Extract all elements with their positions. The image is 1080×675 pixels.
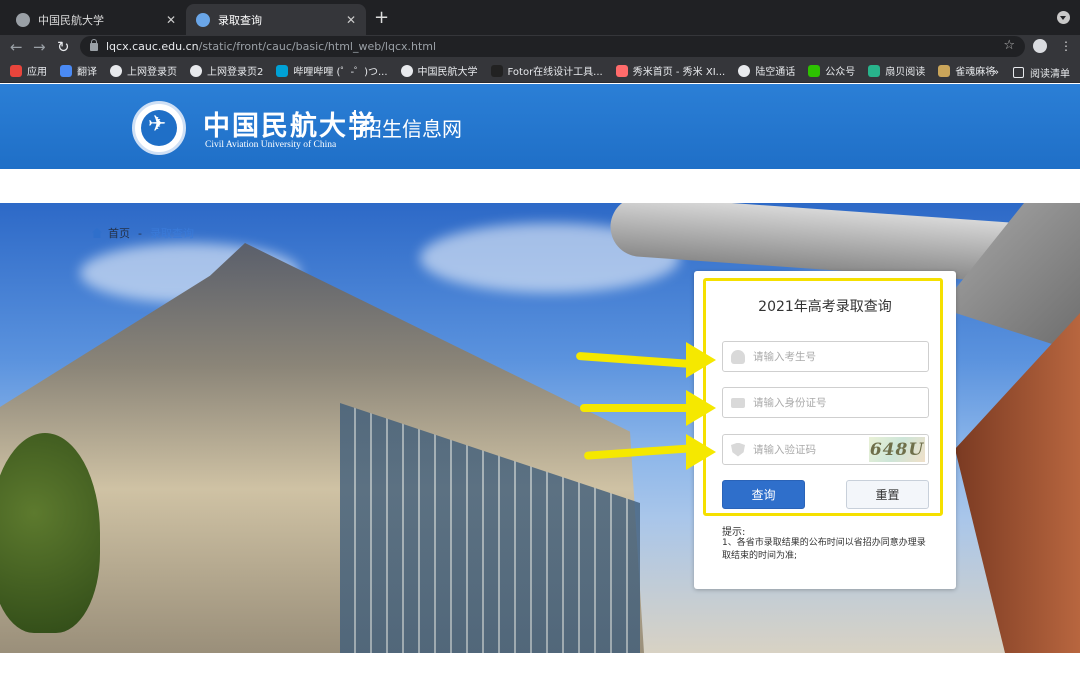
apps-grid-icon: [10, 64, 22, 77]
bookmark-label: 上网登录页: [127, 67, 177, 78]
browser-menu-icon[interactable]: ⋮: [1060, 40, 1072, 52]
url-path: /static/front/cauc/basic/html_web/lqcx.h…: [198, 40, 437, 53]
bilibili-icon: [276, 64, 289, 77]
browser-tab-strip: 中国民航大学 ✕ 录取查询 ✕ +: [0, 0, 1080, 35]
exam-number-field[interactable]: [722, 341, 929, 372]
back-arrow-icon[interactable]: ←: [10, 37, 23, 57]
xiumi-icon: [615, 64, 628, 77]
reading-list-icon[interactable]: [1013, 67, 1024, 78]
bookmark-label: 秀米首页 - 秀米 XI...: [632, 67, 726, 78]
captcha-input[interactable]: [753, 443, 869, 456]
wechat-icon: [808, 64, 821, 77]
yellow-arrow-2: [580, 390, 716, 426]
bookmark-label: 扇贝阅读: [885, 67, 926, 78]
tab-search-icon[interactable]: [1057, 11, 1070, 24]
exam-number-input[interactable]: [753, 350, 928, 363]
bookmark-label: 翻译: [77, 67, 97, 78]
university-name-en: Civil Aviation University of China: [205, 140, 337, 150]
bookmark-item[interactable]: 雀魂麻将: [938, 63, 995, 78]
reading-list-button[interactable]: 阅读清单: [1030, 65, 1070, 80]
browser-toolbar: ← → ↻ lqcx.cauc.edu.cn/static/front/cauc…: [0, 35, 1080, 59]
profile-avatar[interactable]: [1033, 39, 1047, 53]
query-button[interactable]: 查询: [722, 480, 805, 509]
bookmark-label: 哔哩哔哩 (゜-゜)つ...: [293, 67, 388, 78]
bookmark-item[interactable]: 应用: [10, 63, 47, 78]
bookmark-label: 陆空通话: [755, 67, 796, 78]
globe-icon: [738, 64, 751, 77]
globe-icon: [400, 64, 413, 77]
bookmark-star-icon[interactable]: ☆: [1003, 38, 1015, 53]
tab-admission-query[interactable]: 录取查询 ✕: [186, 4, 366, 35]
user-icon: [731, 349, 745, 364]
bookmark-item[interactable]: 翻译: [60, 63, 97, 78]
site-header: 中国民航大学 Civil Aviation University of Chin…: [0, 84, 1080, 169]
breadcrumb: 首页 - 录取查询: [92, 225, 194, 241]
university-name-cn: 中国民航大学: [203, 111, 377, 142]
lock-icon[interactable]: [90, 38, 98, 51]
id-card-icon: [731, 397, 745, 408]
university-logo[interactable]: [132, 101, 186, 155]
captcha-field[interactable]: 648U: [722, 434, 929, 465]
page-footer-strip: [0, 653, 1080, 675]
close-icon[interactable]: ✕: [166, 13, 176, 27]
captcha-image[interactable]: 648U: [869, 437, 925, 462]
bookmark-label: 公众号: [825, 67, 856, 78]
new-tab-button[interactable]: +: [374, 9, 389, 27]
tab-title: 录取查询: [218, 13, 262, 27]
bookmark-item[interactable]: 陆空通话: [738, 63, 795, 78]
header-divider: [354, 110, 356, 140]
home-icon: [92, 228, 102, 238]
shield-icon: [731, 442, 745, 457]
id-number-field[interactable]: [722, 387, 929, 418]
close-icon[interactable]: ✕: [346, 13, 356, 27]
reload-icon[interactable]: ↻: [57, 37, 70, 57]
tab-cauc-home[interactable]: 中国民航大学 ✕: [6, 4, 186, 35]
url-host: lqcx.cauc.edu.cn: [106, 40, 199, 53]
bookmarks-right: » 阅读清单: [993, 65, 1070, 80]
mahjong-icon: [938, 64, 951, 77]
bookmark-label: Fotor在线设计工具...: [507, 67, 603, 78]
tips-body: 1、各省市录取结果的公布时间以省招办同意办理录取结束的时间为准;: [722, 538, 926, 561]
globe-icon: [190, 64, 202, 77]
bookmark-label: 中国民航大学: [417, 67, 478, 78]
bookmark-item[interactable]: 秀米首页 - 秀米 XI...: [615, 63, 726, 78]
bookmark-label: 应用: [27, 67, 47, 78]
bookmarks-bar: 应用 翻译 上网登录页 上网登录页2 哔哩哔哩 (゜-゜)つ... 中国民航大学 Fotor…: [0, 59, 1080, 83]
yellow-arrow-1: [575, 342, 716, 378]
breadcrumb-current: 录取查询: [149, 227, 194, 240]
fotor-icon: [490, 64, 503, 77]
yellow-arrow-3: [583, 434, 716, 470]
reset-button[interactable]: 重置: [846, 480, 929, 509]
forward-arrow-icon[interactable]: →: [33, 37, 46, 57]
bookmark-item[interactable]: 中国民航大学: [400, 63, 478, 78]
translate-icon: [60, 64, 72, 77]
address-bar[interactable]: lqcx.cauc.edu.cn/static/front/cauc/basic…: [80, 36, 1025, 57]
bookmark-item[interactable]: 上网登录页: [110, 63, 177, 78]
form-title: 2021年高考录取查询: [758, 299, 892, 315]
bookmark-label: 雀魂麻将: [955, 67, 996, 78]
globe-icon: [16, 12, 30, 27]
tips-title: 提示:: [722, 527, 746, 538]
globe-icon: [110, 64, 122, 77]
bookmark-label: 上网登录页2: [207, 67, 264, 78]
site-subtitle: 招生信息网: [362, 117, 462, 141]
shanbay-icon: [868, 64, 881, 77]
bookmark-item[interactable]: 公众号: [808, 63, 855, 78]
bookmarks-overflow-button[interactable]: »: [993, 67, 999, 78]
bookmark-item[interactable]: 扇贝阅读: [868, 63, 925, 78]
bookmark-item[interactable]: 上网登录页2: [190, 63, 263, 78]
breadcrumb-home[interactable]: 首页: [108, 225, 130, 241]
site-favicon-icon: [196, 12, 210, 27]
red-sculpture: [955, 313, 1080, 653]
bookmark-item[interactable]: 哔哩哔哩 (゜-゜)つ...: [276, 63, 388, 78]
breadcrumb-separator: -: [138, 226, 142, 240]
bookmark-item[interactable]: Fotor在线设计工具...: [490, 63, 603, 78]
id-number-input[interactable]: [753, 396, 928, 409]
tab-title: 中国民航大学: [38, 13, 104, 27]
